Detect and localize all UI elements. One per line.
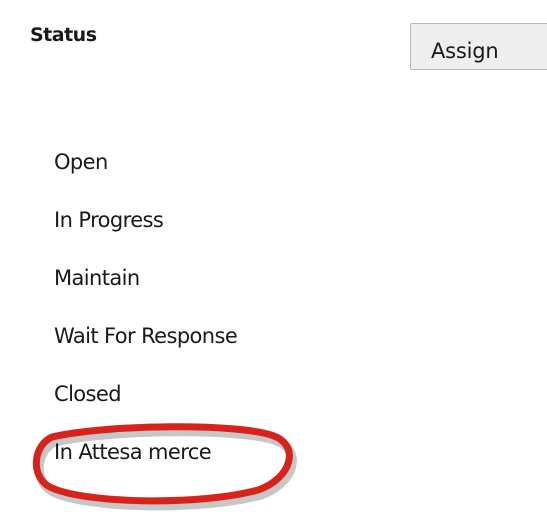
status-heading: Status <box>30 24 97 46</box>
status-option-open[interactable]: Open <box>54 150 237 208</box>
status-option-in-attesa-merce[interactable]: In Attesa merce <box>54 440 237 498</box>
status-option-in-progress[interactable]: In Progress <box>54 208 237 266</box>
assign-button[interactable]: Assign <box>410 23 547 70</box>
status-option-maintain[interactable]: Maintain <box>54 266 237 324</box>
status-option-closed[interactable]: Closed <box>54 382 237 440</box>
status-list: Open In Progress Maintain Wait For Respo… <box>54 150 238 498</box>
status-option-wait-for-response[interactable]: Wait For Response <box>54 324 238 382</box>
